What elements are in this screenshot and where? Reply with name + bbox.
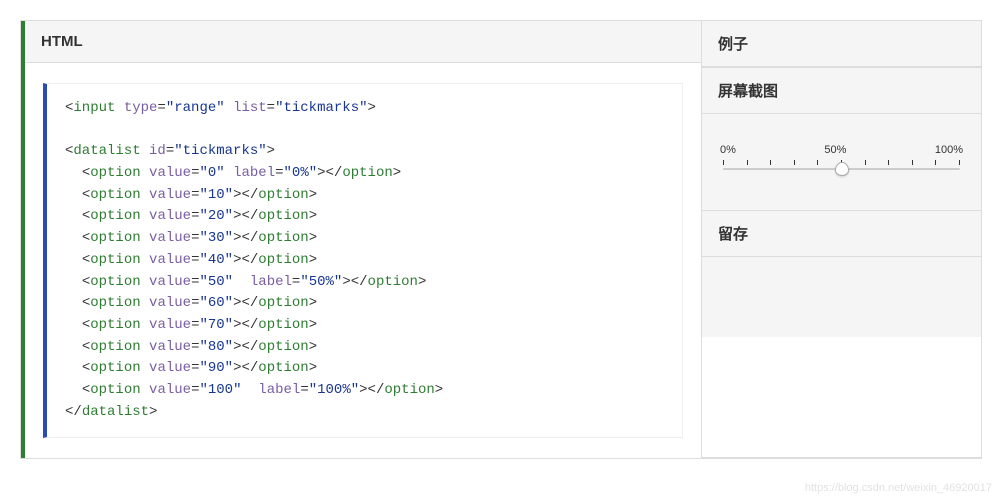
slider-label-50: 50% bbox=[824, 144, 846, 156]
slider-label-0: 0% bbox=[720, 144, 736, 156]
example-header: 例子 bbox=[702, 21, 981, 67]
example-panel: 例子 屏幕截图 0% 50% 100% bbox=[701, 21, 981, 458]
persist-section: 留存 bbox=[702, 211, 981, 458]
code-block: <input type="range" list="tickmarks"> <d… bbox=[43, 83, 683, 438]
doc-container: HTML <input type="range" list="tickmarks… bbox=[20, 20, 982, 459]
screenshot-header: 屏幕截图 bbox=[702, 68, 981, 114]
html-panel: HTML <input type="range" list="tickmarks… bbox=[21, 21, 701, 458]
watermark-text: https://blog.csdn.net/weixin_46920017 bbox=[805, 482, 992, 494]
example-section: 例子 bbox=[702, 21, 981, 68]
persist-header: 留存 bbox=[702, 211, 981, 257]
slider-thumb-icon[interactable] bbox=[835, 162, 849, 176]
slider-labels: 0% 50% 100% bbox=[718, 144, 965, 156]
screenshot-body: 0% 50% 100% bbox=[702, 114, 981, 210]
persist-body bbox=[702, 257, 981, 337]
screenshot-section: 屏幕截图 0% 50% 100% bbox=[702, 68, 981, 211]
code-wrapper: <input type="range" list="tickmarks"> <d… bbox=[25, 63, 701, 458]
range-slider-preview: 0% 50% 100% bbox=[718, 144, 965, 180]
html-panel-header: HTML bbox=[25, 21, 701, 63]
slider-track[interactable] bbox=[718, 160, 965, 180]
slider-label-100: 100% bbox=[935, 144, 963, 156]
